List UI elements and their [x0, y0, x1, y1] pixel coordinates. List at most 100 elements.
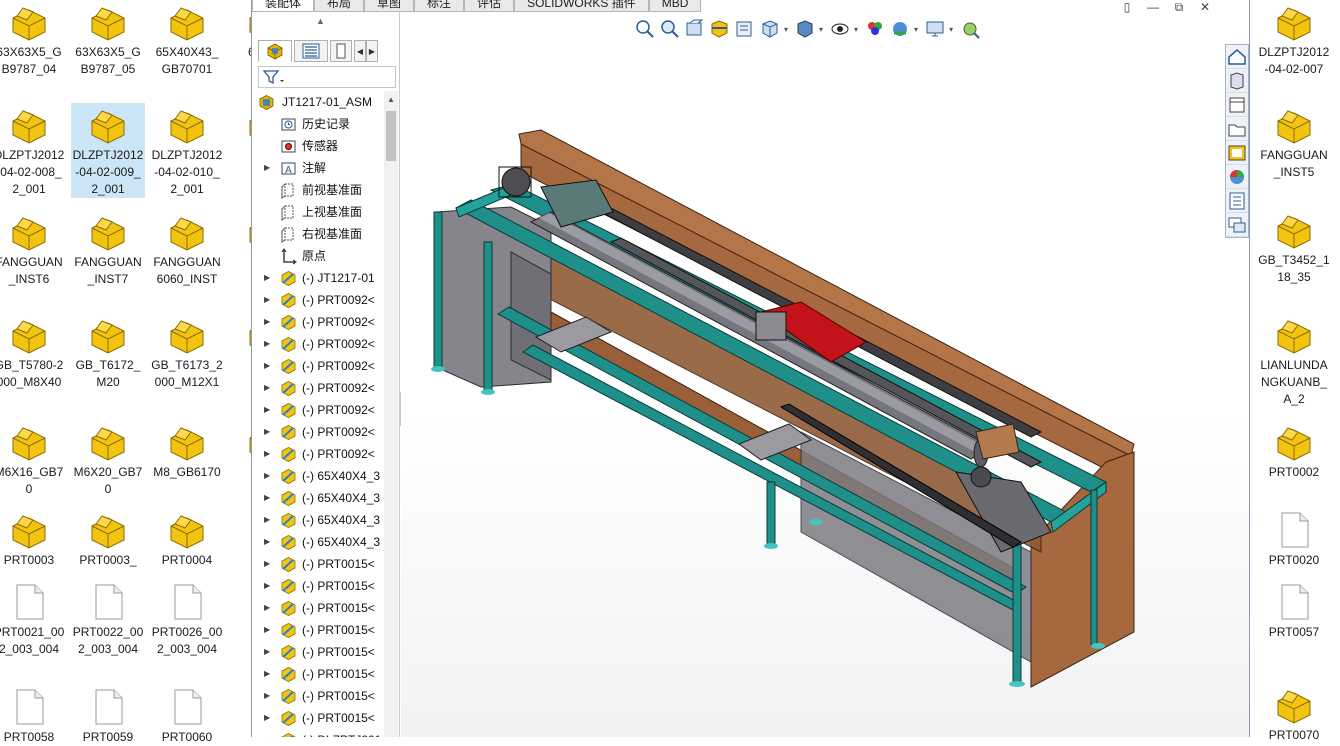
expand-arrow-icon[interactable]: ▶: [264, 333, 270, 355]
expand-arrow-icon[interactable]: ▶: [264, 157, 270, 179]
tree-item[interactable]: ▶ (-) PRT0015<: [252, 597, 384, 619]
tree-item[interactable]: ▶ (-) PRT0015<: [252, 663, 384, 685]
tree-item[interactable]: 右视基准面: [252, 223, 384, 245]
command-tab[interactable]: 布局: [314, 0, 365, 12]
expand-arrow-icon[interactable]: ▶: [264, 267, 270, 289]
expand-arrow-icon[interactable]: ▶: [264, 707, 270, 729]
command-tab[interactable]: 草图: [364, 0, 415, 12]
expand-arrow-icon[interactable]: ▶: [264, 553, 270, 575]
restore-doc-icon[interactable]: ▯: [1114, 0, 1140, 14]
desktop-icon[interactable]: GB_T6173_2000_M12X1: [150, 313, 224, 391]
desktop-icon[interactable]: LIANLUNDANGKUANB_A_2: [1257, 313, 1331, 408]
tree-filter[interactable]: [258, 66, 396, 88]
tab-scroll-right[interactable]: ▶: [366, 40, 378, 62]
tree-item[interactable]: ▶ (-) DLZPTJ201: [252, 729, 384, 737]
resources-tab[interactable]: [1226, 69, 1248, 93]
expand-arrow-icon[interactable]: ▶: [264, 465, 270, 487]
expand-arrow-icon[interactable]: ▶: [264, 509, 270, 531]
file-explorer-tab[interactable]: [1226, 117, 1248, 141]
config-manager-tab[interactable]: [330, 40, 352, 62]
expand-arrow-icon[interactable]: ▶: [264, 575, 270, 597]
tree-item[interactable]: ▶ (-) PRT0015<: [252, 707, 384, 729]
desktop-icon[interactable]: GB_T6172_M20: [71, 313, 145, 391]
desktop-icon[interactable]: PRT0026_002_003_004: [150, 580, 224, 658]
tree-item[interactable]: ▶ (-) PRT0015<: [252, 553, 384, 575]
expand-arrow-icon[interactable]: ▶: [264, 311, 270, 333]
assembly-model[interactable]: [401, 12, 1250, 737]
tree-item[interactable]: ▶ (-) PRT0092<: [252, 443, 384, 465]
tree-item[interactable]: ▶ (-) PRT0092<: [252, 421, 384, 443]
desktop-icon[interactable]: FANGGUAN6060_INST: [150, 210, 224, 288]
view-palette-tab[interactable]: [1226, 141, 1248, 165]
expand-arrow-icon[interactable]: ▶: [264, 399, 270, 421]
expand-arrow-icon[interactable]: ▶: [264, 355, 270, 377]
graphics-viewport[interactable]: ▾ ▾ ▾ ▾ ▾: [401, 12, 1250, 737]
tree-item[interactable]: ▶ (-) PRT0015<: [252, 685, 384, 707]
desktop-icon[interactable]: GB_T3452_118_35: [1257, 208, 1331, 286]
expand-arrow-icon[interactable]: ▶: [264, 421, 270, 443]
tree-item[interactable]: ▶ (-) 65X40X4_3: [252, 465, 384, 487]
expand-arrow-icon[interactable]: ▶: [264, 619, 270, 641]
expand-arrow-icon[interactable]: ▶: [264, 641, 270, 663]
tree-item[interactable]: ▶ (-) 65X40X4_3: [252, 531, 384, 553]
desktop-icon[interactable]: PRT0057: [1257, 580, 1331, 641]
tree-item[interactable]: ▶ (-) PRT0015<: [252, 641, 384, 663]
close-icon[interactable]: ✕: [1192, 0, 1218, 14]
desktop-icon[interactable]: PRT0003_: [71, 508, 145, 569]
property-manager-tab[interactable]: [294, 40, 328, 62]
tree-item[interactable]: ▶ (-) 65X40X4_3: [252, 487, 384, 509]
expand-arrow-icon[interactable]: ▶: [264, 289, 270, 311]
expand-arrow-icon[interactable]: ▶: [264, 597, 270, 619]
expand-arrow-icon[interactable]: ▶: [264, 377, 270, 399]
command-tab[interactable]: 装配体: [252, 0, 315, 12]
command-tab[interactable]: MBD: [648, 0, 702, 12]
home-tab[interactable]: [1226, 45, 1248, 69]
expand-arrow-icon[interactable]: ▶: [264, 663, 270, 685]
tree-item[interactable]: ▶ (-) 65X40X4_3: [252, 509, 384, 531]
minimize-icon[interactable]: —: [1140, 0, 1166, 14]
desktop-icon[interactable]: M6X20_GB70: [71, 420, 145, 498]
tree-item[interactable]: 前视基准面: [252, 179, 384, 201]
tree-item[interactable]: 上视基准面: [252, 201, 384, 223]
tree-scrollbar[interactable]: ▲: [384, 91, 398, 737]
desktop-icon[interactable]: 63X63X5_GB9787_04: [0, 0, 66, 78]
desktop-icon[interactable]: M8_GB6170: [150, 420, 224, 481]
tree-item[interactable]: ▶ (-) PRT0092<: [252, 399, 384, 421]
scroll-up-icon[interactable]: ▲: [387, 95, 395, 104]
tree-item[interactable]: 历史记录: [252, 113, 384, 135]
maximize-icon[interactable]: ⧉: [1166, 0, 1192, 14]
tree-item[interactable]: ▶ (-) PRT0092<: [252, 333, 384, 355]
desktop-icon[interactable]: PRT0004: [150, 508, 224, 569]
desktop-icon[interactable]: DLZPTJ2012-04-02-007: [1257, 0, 1331, 78]
desktop-icon[interactable]: PRT0020: [1257, 508, 1331, 569]
desktop-icon[interactable]: PRT0070: [1257, 683, 1331, 744]
tree-item[interactable]: ▶ (-) PRT0092<: [252, 355, 384, 377]
desktop-icon[interactable]: DLZPTJ2012-04-02-010_2_001: [150, 103, 224, 198]
tree-item[interactable]: ▶ A 注解: [252, 157, 384, 179]
desktop-icon[interactable]: FANGGUAN_INST5: [1257, 103, 1331, 181]
desktop-icon[interactable]: M6X16_GB70: [0, 420, 66, 498]
tree-item[interactable]: ▶ (-) PRT0015<: [252, 619, 384, 641]
scroll-thumb[interactable]: [386, 111, 396, 161]
desktop-icon[interactable]: GB_T5780-2000_M8X40: [0, 313, 66, 391]
tree-item[interactable]: ▶ (-) PRT0092<: [252, 289, 384, 311]
tree-item[interactable]: 传感器: [252, 135, 384, 157]
command-tab[interactable]: SOLIDWORKS 插件: [514, 0, 649, 12]
desktop-icon[interactable]: PRT0003: [0, 508, 66, 569]
expand-arrow-icon[interactable]: ▶: [264, 487, 270, 509]
expand-arrow-icon[interactable]: ▶: [264, 443, 270, 465]
tree-item[interactable]: ▶ (-) PRT0015<: [252, 575, 384, 597]
desktop-icon[interactable]: PRT0002: [1257, 420, 1331, 481]
forum-tab[interactable]: [1226, 213, 1248, 237]
design-library-tab[interactable]: [1226, 93, 1248, 117]
desktop-icon[interactable]: DLZPTJ2012-04-02-009_2_001: [71, 103, 145, 198]
tree-item[interactable]: ▶ (-) PRT0092<: [252, 377, 384, 399]
custom-properties-tab[interactable]: [1226, 189, 1248, 213]
desktop-icon[interactable]: 63X63X5_GB9787_05: [71, 0, 145, 78]
desktop-icon[interactable]: DLZPTJ2012-04-02-008_2_001: [0, 103, 66, 198]
desktop-icon[interactable]: 65X40X43_GB70701: [150, 0, 224, 78]
tree-item[interactable]: ▶ (-) PRT0092<: [252, 311, 384, 333]
expand-arrow-icon[interactable]: ▶: [264, 729, 270, 737]
desktop-icon[interactable]: FANGGUAN_INST7: [71, 210, 145, 288]
expand-arrow-icon[interactable]: ▶: [264, 685, 270, 707]
